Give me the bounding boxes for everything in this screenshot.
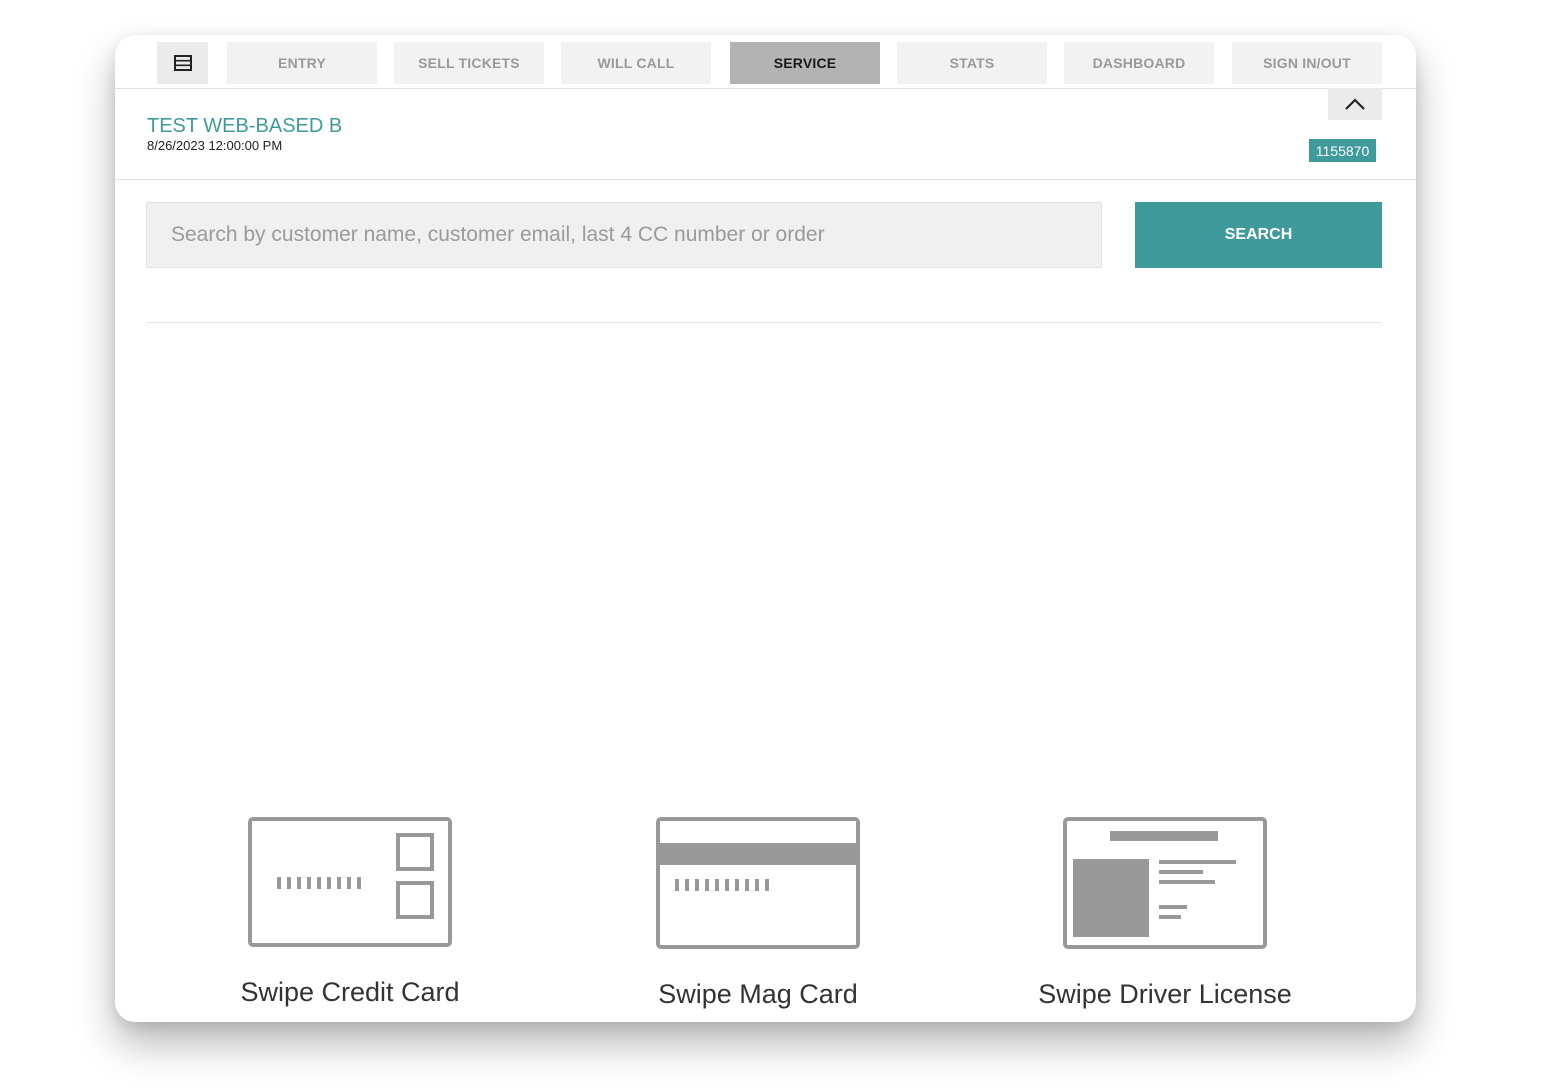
tab-will-call-label: WILL CALL (597, 55, 675, 71)
collapse-button[interactable] (1328, 88, 1382, 120)
swipe-driver-license-option[interactable]: Swipe Driver License (1035, 817, 1295, 1010)
tab-stats[interactable]: STATS (897, 42, 1047, 84)
tab-sell-tickets[interactable]: SELL TICKETS (394, 42, 544, 84)
mag-card-icon (656, 817, 860, 949)
tab-will-call[interactable]: WILL CALL (561, 42, 711, 84)
list-icon (173, 55, 192, 71)
driver-license-icon (1063, 817, 1267, 949)
tab-sell-tickets-label: SELL TICKETS (418, 55, 520, 71)
chevron-up-icon (1345, 98, 1365, 110)
app-window: ENTRY SELL TICKETS WILL CALL SERVICE STA… (115, 35, 1416, 1022)
search-input[interactable] (146, 202, 1102, 268)
nav-divider (115, 88, 1416, 89)
menu-button[interactable] (157, 42, 208, 84)
tab-entry-label: ENTRY (278, 55, 326, 71)
content-divider (146, 322, 1382, 323)
search-button[interactable]: SEARCH (1135, 202, 1382, 268)
top-nav: ENTRY SELL TICKETS WILL CALL SERVICE STA… (115, 42, 1416, 84)
id-badge: 1155870 (1309, 139, 1376, 162)
swipe-credit-card-option[interactable]: Swipe Credit Card (220, 817, 480, 1008)
tab-service[interactable]: SERVICE (730, 42, 880, 84)
credit-card-icon (248, 817, 452, 947)
tab-entry[interactable]: ENTRY (227, 42, 377, 84)
tab-sign-in-out-label: SIGN IN/OUT (1263, 55, 1351, 71)
tab-service-label: SERVICE (773, 55, 837, 71)
event-datetime: 8/26/2023 12:00:00 PM (147, 138, 283, 153)
header-divider (115, 179, 1416, 180)
swipe-mag-card-option[interactable]: Swipe Mag Card (628, 817, 888, 1010)
swipe-mag-card-label: Swipe Mag Card (658, 979, 858, 1009)
swipe-credit-card-label: Swipe Credit Card (240, 977, 460, 1007)
tab-dashboard-label: DASHBOARD (1092, 55, 1186, 71)
tab-stats-label: STATS (949, 55, 995, 71)
search-button-label: SEARCH (1224, 226, 1293, 243)
swipe-driver-license-label: Swipe Driver License (1038, 979, 1292, 1009)
tab-sign-in-out[interactable]: SIGN IN/OUT (1232, 42, 1382, 84)
tab-dashboard[interactable]: DASHBOARD (1064, 42, 1214, 84)
event-title: TEST WEB-BASED B (147, 115, 343, 137)
